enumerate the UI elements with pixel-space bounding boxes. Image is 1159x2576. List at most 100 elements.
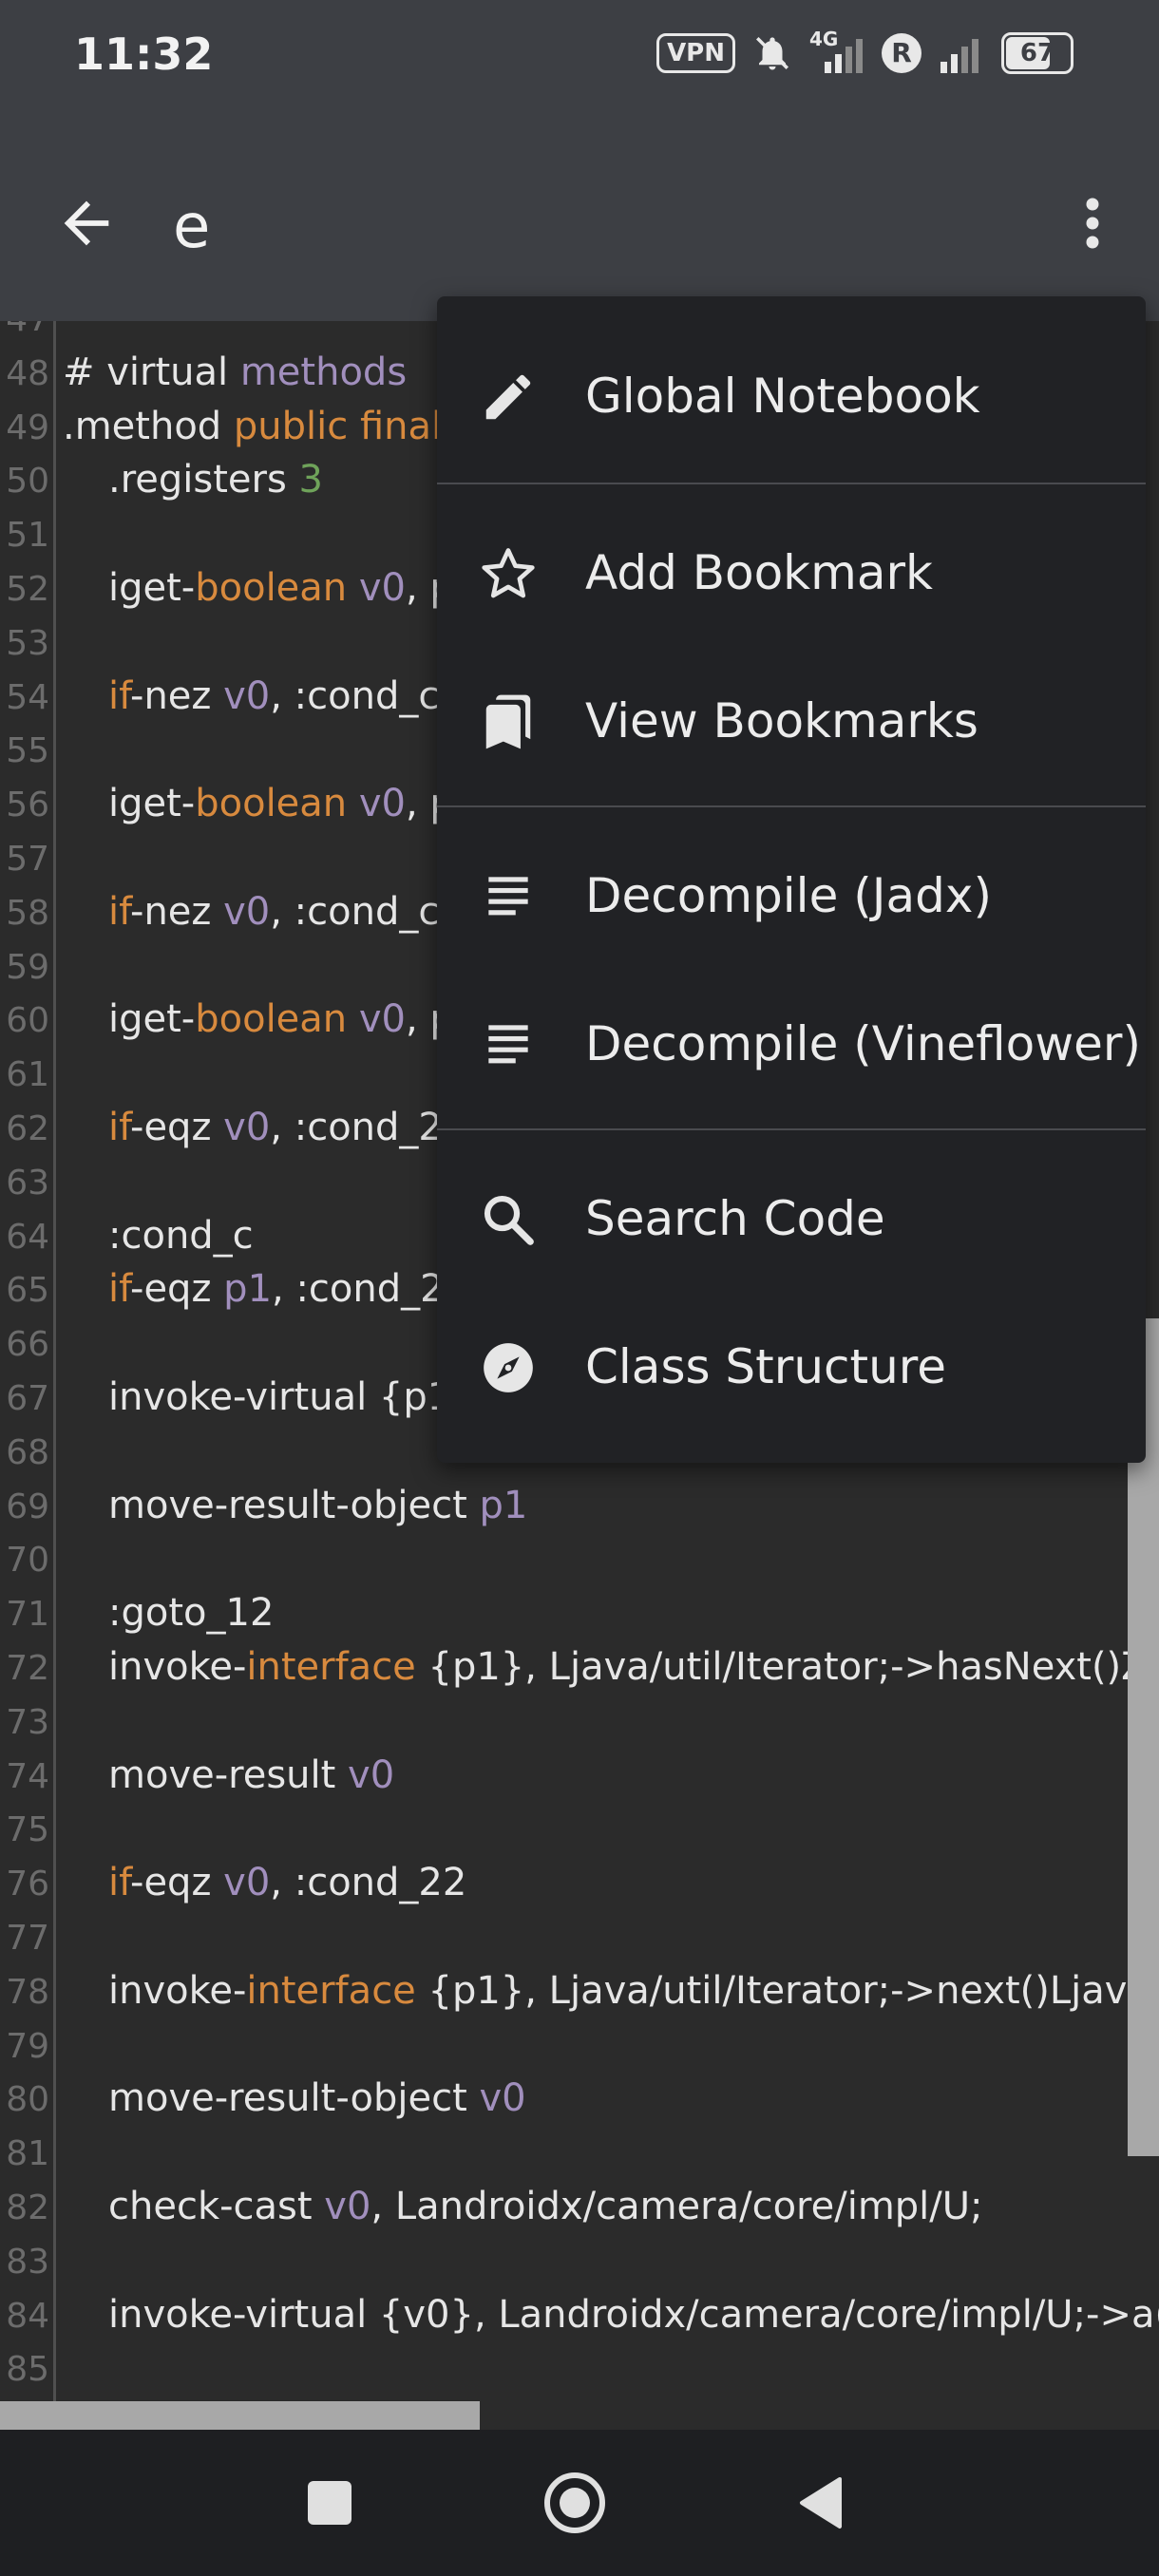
line-number: 63 [6,1163,49,1203]
code-text: if-nez v0, :cond_c [108,673,440,718]
notifications-muted-icon [756,37,788,70]
code-text: check-cast v0, Landroidx/camera/core/imp… [108,2185,983,2228]
line-number: 60 [6,1001,49,1041]
compass-icon [484,1343,533,1392]
line-number: 51 [6,516,49,556]
line-number: 68 [6,1432,49,1472]
menu-item-global-notebook[interactable]: Global Notebook [437,334,1146,458]
code-text: :goto_12 [108,1591,275,1636]
line-number: 79 [6,2026,49,2066]
line-number: 50 [6,462,49,502]
square-icon [308,2481,352,2525]
code-text: iget-boolean v0, p [108,997,454,1042]
back-nav-button[interactable] [788,2470,855,2536]
code-text: invoke-virtual {v0}, Landroidx/camera/co… [108,2292,1159,2337]
line-number: 53 [6,623,49,663]
search-icon [484,1195,534,1245]
overflow-menu: Global Notebook Add Bookmark View Bookma… [437,296,1146,1463]
code-text: move-result-object v0 [108,2076,526,2121]
code-line: 81 [0,2129,1159,2183]
line-number: 52 [6,570,49,609]
menu-item-label: Decompile (Vineflower) [585,1016,1141,1071]
battery-icon: 67 [1001,32,1074,74]
vpn-badge: VPN [656,33,735,73]
code-line: 74 move-result v0 [0,1752,1159,1806]
code-line: 82 check-cast v0, Landroidx/camera/core/i… [0,2183,1159,2237]
code-text: move-result-object p1 [108,1483,528,1527]
line-number: 73 [6,1702,49,1742]
roaming-icon: R [882,33,922,73]
code-text: invoke-interface {p1}, Ljava/util/Iterat… [108,1645,1148,1689]
code-text: if-nez v0, :cond_c [108,889,440,934]
code-line: 72 invoke-interface {p1}, Ljava/util/Iter… [0,1643,1159,1697]
line-number: 62 [6,1109,49,1148]
code-line: 84 invoke-virtual {v0}, Landroidx/camera/… [0,2291,1159,2345]
code-text: if-eqz v0, :cond_2 [108,1106,443,1149]
code-line: 73 [0,1697,1159,1752]
code-line: 70 [0,1535,1159,1589]
line-number: 76 [6,1865,49,1904]
page-title: e [173,192,211,262]
home-button[interactable] [542,2470,608,2536]
line-number: 82 [6,2188,49,2227]
line-number: 85 [6,2350,49,2390]
star-outline-icon [482,548,535,598]
menu-item-class-structure[interactable]: Class Structure [437,1305,1146,1429]
menu-item-decompile-jadx[interactable]: Decompile (Jadx) [437,834,1146,957]
text-lines-icon [488,1025,528,1064]
text-lines-icon [488,877,528,916]
line-number: 83 [6,2242,49,2282]
code-text: .registers 3 [108,458,323,502]
roaming-label: R [891,37,912,68]
signal-4g-icon: 4G [809,28,864,73]
line-number: 64 [6,1217,49,1257]
app-bar: e [0,114,1159,321]
code-line: 78 invoke-interface {p1}, Ljava/util/Iter… [0,1967,1159,2021]
line-number: 84 [6,2296,49,2336]
back-button[interactable] [53,190,120,256]
code-text: :cond_c [108,1213,254,1258]
line-number: 67 [6,1379,49,1418]
menu-item-label: Class Structure [585,1339,947,1394]
signal-icon [940,39,978,73]
status-time: 11:32 [74,28,214,80]
line-number: 48 [6,353,49,393]
menu-divider [437,483,1146,484]
line-number: 70 [6,1541,49,1581]
bookmarks-icon [485,694,531,749]
code-line: 76 if-eqz v0, :cond_22 [0,1859,1159,1913]
code-text: .method public final [63,404,443,448]
line-number: 55 [6,731,49,771]
code-line: 75 [0,1805,1159,1859]
code-line: 79 [0,2021,1159,2075]
status-icons: VPN 4G R 67 [656,28,1074,74]
triangle-back-icon [800,2477,842,2529]
line-number: 71 [6,1595,49,1635]
horizontal-scrollbar[interactable] [0,2401,480,2430]
menu-item-decompile-vineflower[interactable]: Decompile (Vineflower) [437,982,1146,1106]
code-text: iget-boolean v0, p [108,566,454,610]
recents-button[interactable] [296,2470,363,2536]
menu-item-add-bookmark[interactable]: Add Bookmark [437,511,1146,635]
code-line: 85 [0,2344,1159,2398]
line-number: 65 [6,1271,49,1311]
menu-item-view-bookmarks[interactable]: View Bookmarks [437,659,1146,783]
arrow-back-icon [64,200,109,246]
line-number: 81 [6,2134,49,2174]
home-circle-icon [544,2472,605,2533]
code-text: if-eqz v0, :cond_22 [108,1861,467,1905]
line-number: 59 [6,947,49,987]
line-number: 61 [6,1055,49,1095]
more-options-button[interactable] [1064,190,1121,256]
menu-divider [437,805,1146,807]
code-text: # virtual methods [63,350,408,394]
code-text: if-eqz p1, :cond_2 [108,1267,445,1312]
menu-divider [437,1128,1146,1130]
line-number: 75 [6,1810,49,1850]
menu-item-label: Add Bookmark [585,545,933,600]
pencil-icon [485,374,531,420]
code-line: 83 [0,2237,1159,2291]
code-text: invoke-virtual {p1} [108,1375,476,1419]
menu-item-search-code[interactable]: Search Code [437,1157,1146,1280]
menu-item-label: Decompile (Jadx) [585,868,992,923]
